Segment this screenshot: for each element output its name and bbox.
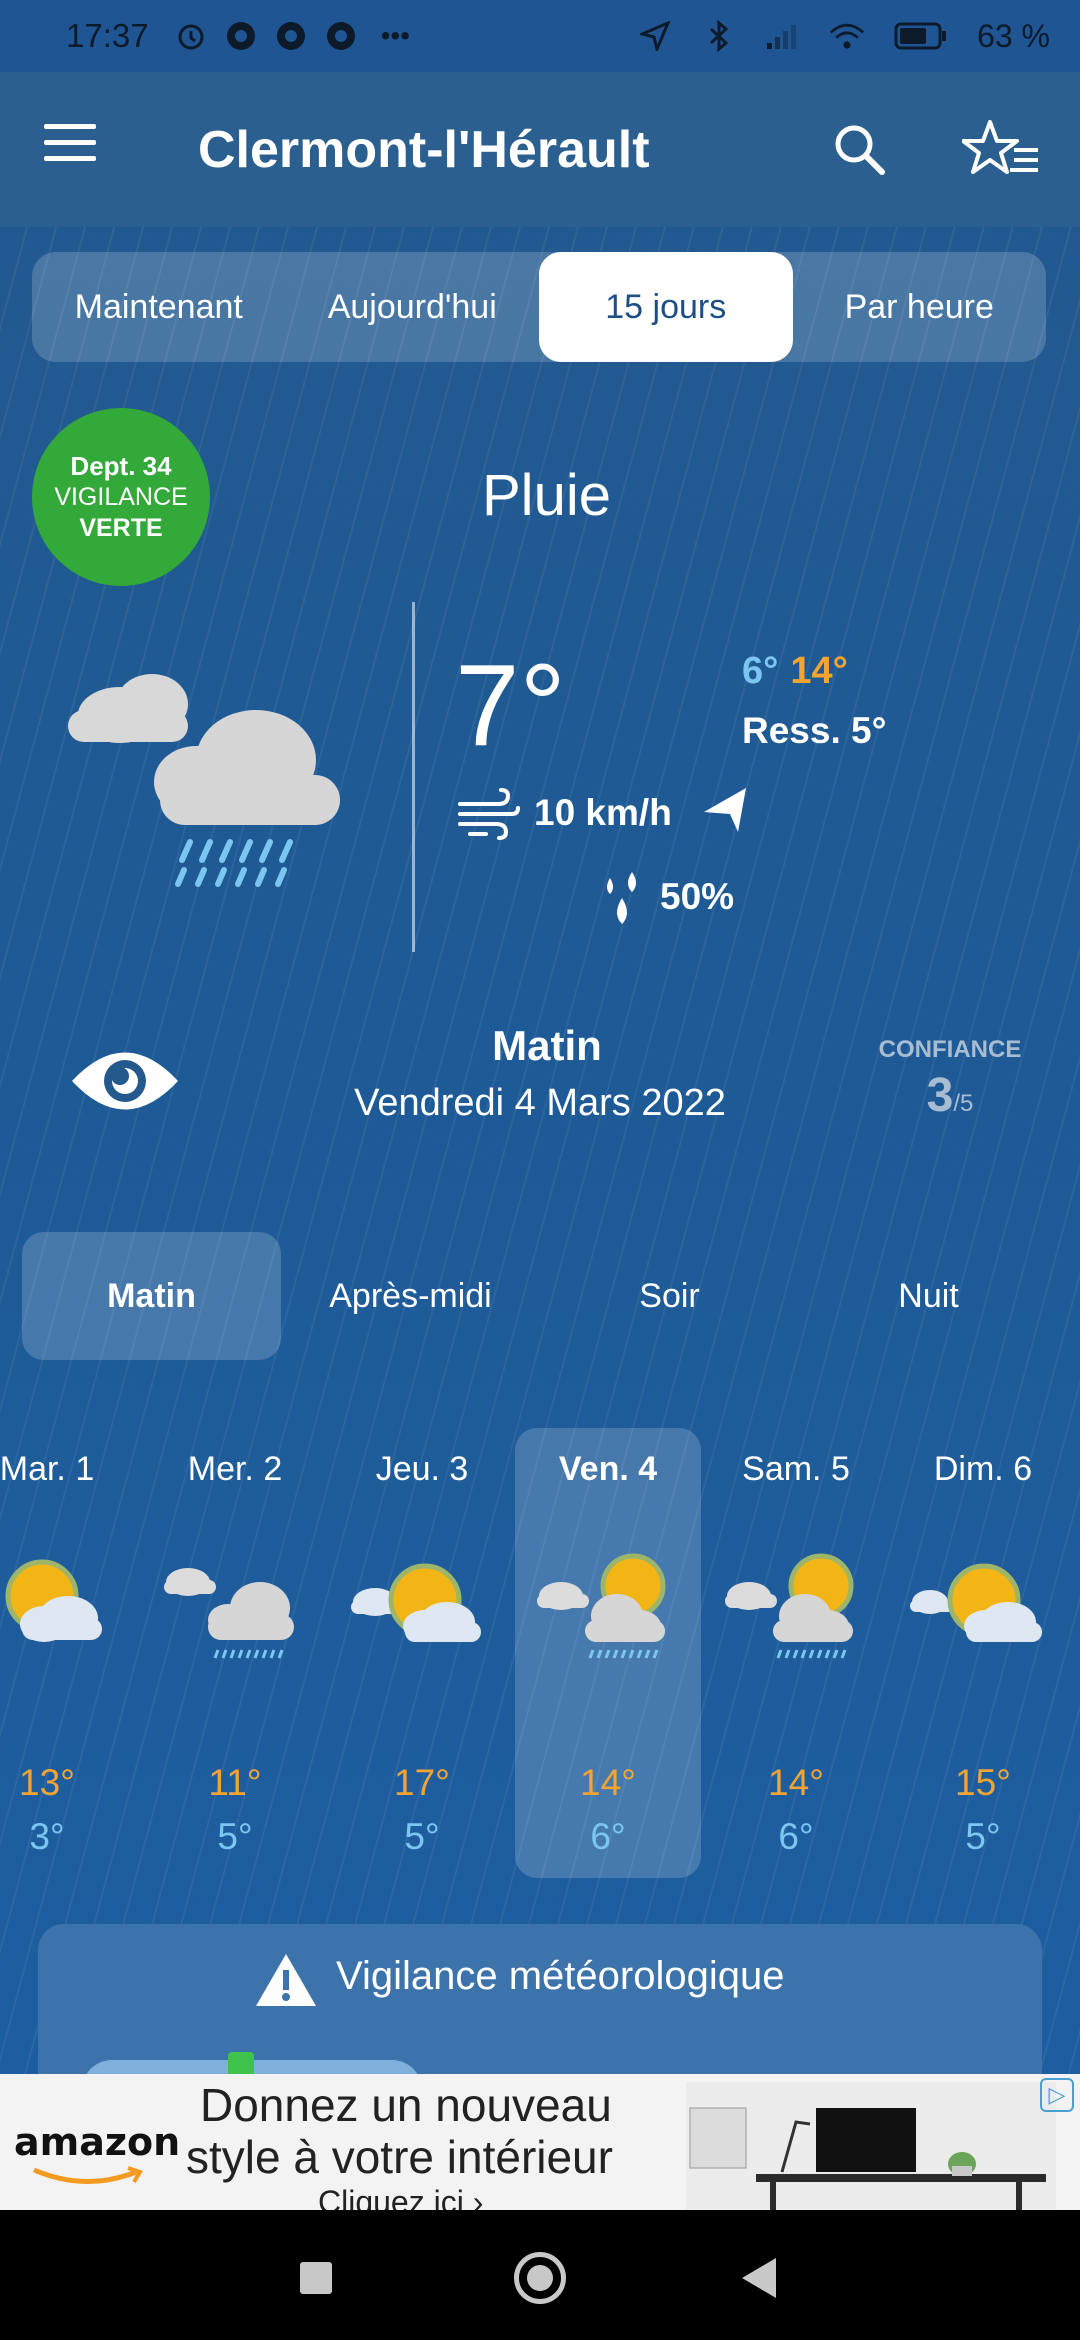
- status-time: 17:37: [66, 17, 149, 54]
- ad-brand: amazon: [14, 2120, 181, 2164]
- tab-maintenant[interactable]: Maintenant: [32, 252, 286, 362]
- tab-aujourdhui[interactable]: Aujourd'hui: [286, 252, 540, 362]
- ad-headline-2: style à votre intérieur: [186, 2131, 613, 2183]
- search-icon[interactable]: [830, 120, 894, 184]
- wind-direction-icon: [700, 784, 752, 836]
- precipitation-probability: 50%: [660, 876, 735, 917]
- wind-icon: [456, 788, 520, 840]
- chrome-icon: [223, 18, 259, 54]
- day-max-temperature: 14°: [768, 1762, 824, 1803]
- day-min-temperature: 6°: [778, 1816, 814, 1857]
- day-name: Sam. 5: [742, 1450, 850, 1488]
- recent-apps-button[interactable]: [300, 2262, 332, 2294]
- current-temperature: 7°: [455, 640, 566, 770]
- battery-percent: 63 %: [977, 17, 1050, 54]
- vigilance-badge-level: VERTE: [79, 514, 163, 543]
- day-max-temperature: 13°: [19, 1762, 75, 1803]
- vigilance-badge[interactable]: Dept. 34 VIGILANCE VERTE: [32, 408, 210, 586]
- daily-forecast-list: Mar. 1 13° 3° Mer. 2 11° 5° Jeu. 3 17° 5…: [0, 1428, 1080, 1878]
- ad-cta[interactable]: Cliquez ici ›: [318, 2184, 483, 2210]
- confidence-score: 3: [926, 1069, 954, 1122]
- amazon-smile-logo: [30, 2166, 150, 2188]
- vigilance-card-title: Vigilance météorologique: [336, 1954, 785, 1998]
- system-navigation-bar: [0, 2210, 1080, 2340]
- ad-headline-1: Donnez un nouveau: [200, 2079, 612, 2131]
- day-min-temperature: 5°: [217, 1816, 253, 1857]
- tab-matin[interactable]: Matin: [22, 1232, 281, 1360]
- day-min-temperature: 5°: [965, 1816, 1001, 1857]
- day-item[interactable]: Dim. 6 15° 5°: [890, 1428, 1076, 1878]
- tab-apres-midi[interactable]: Après-midi: [281, 1232, 540, 1360]
- confidence-label: CONFIANCE: [878, 1036, 1022, 1063]
- day-max-temperature: 14°: [580, 1762, 636, 1803]
- day-item[interactable]: Jeu. 3 17° 5°: [329, 1428, 515, 1878]
- raindrops-icon: [596, 870, 648, 928]
- battery-icon: [893, 18, 949, 54]
- tab-15-jours[interactable]: 15 jours: [539, 252, 793, 362]
- sun-cloud-icon: [908, 1546, 1058, 1666]
- sun-cloud-drizzle-icon: [721, 1546, 871, 1666]
- day-name: Dim. 6: [933, 1450, 1033, 1488]
- tab-soir[interactable]: Soir: [540, 1232, 799, 1360]
- confidence-value: 3/5: [870, 1068, 1030, 1123]
- ad-image: [686, 2082, 1056, 2210]
- ad-choices-icon[interactable]: ▷: [1040, 2078, 1074, 2112]
- page-title: Clermont-l'Hérault: [198, 121, 650, 179]
- menu-icon[interactable]: [44, 124, 104, 176]
- day-name: Ven. 4: [558, 1450, 658, 1488]
- bluetooth-icon: [701, 18, 737, 54]
- wind-speed: 10 km/h: [534, 792, 672, 833]
- divider: [412, 602, 415, 952]
- day-name: Mer. 2: [187, 1450, 283, 1488]
- vigilance-badge-label: VIGILANCE: [54, 483, 188, 511]
- day-item-selected[interactable]: Ven. 4 14° 6°: [515, 1428, 701, 1878]
- app-bar: Clermont-l'Hérault: [0, 72, 1080, 227]
- day-min-temperature: 5°: [404, 1816, 440, 1857]
- rain-cloud-icon: [60, 660, 360, 910]
- max-temperature: 14°: [790, 650, 848, 692]
- tab-par-heure[interactable]: Par heure: [793, 252, 1047, 362]
- sun-cloud-drizzle-icon: [533, 1546, 683, 1666]
- forecast-tabs: Maintenant Aujourd'hui 15 jours Par heur…: [32, 252, 1046, 362]
- period-tabs: Matin Après-midi Soir Nuit: [22, 1232, 1058, 1360]
- day-item[interactable]: Mar. 1 13° 3°: [0, 1428, 140, 1878]
- vigilance-badge-dept: Dept. 34: [70, 450, 172, 481]
- confidence-max: /5: [953, 1090, 974, 1117]
- tab-nuit[interactable]: Nuit: [799, 1232, 1058, 1360]
- day-max-temperature: 17°: [394, 1762, 450, 1803]
- day-item[interactable]: Mer. 2 11° 5°: [142, 1428, 328, 1878]
- back-button[interactable]: [742, 2258, 776, 2298]
- day-min-temperature: 6°: [590, 1816, 626, 1857]
- day-min-temperature: 3°: [29, 1816, 65, 1857]
- day-name: Mar. 1: [0, 1450, 95, 1488]
- status-bar: 17:37 ••• 63 %: [0, 0, 1080, 72]
- sun-cloud-icon: [347, 1546, 497, 1666]
- day-name: Jeu. 3: [375, 1450, 469, 1488]
- feels-like-temperature: Ress. 5°: [742, 710, 887, 751]
- alarm-icon: [173, 18, 209, 54]
- favorites-list-icon[interactable]: [961, 116, 1042, 186]
- min-temperature: 6°: [742, 650, 779, 692]
- chrome-icon: [323, 18, 359, 54]
- location-icon: [637, 18, 673, 54]
- day-item[interactable]: Sam. 5 14° 6°: [703, 1428, 889, 1878]
- min-max-temperature: 6° 14°: [742, 650, 848, 693]
- chrome-icon: [273, 18, 309, 54]
- cloud-drizzle-icon: [160, 1546, 310, 1666]
- ad-banner[interactable]: amazon Donnez un nouveau style à votre i…: [0, 2074, 1080, 2210]
- wifi-icon: [829, 18, 865, 54]
- signal-icon: [765, 18, 801, 54]
- more-notifications-icon: •••: [380, 20, 411, 51]
- day-max-temperature: 11°: [208, 1762, 262, 1803]
- sun-cloud-icon: [0, 1546, 122, 1666]
- warning-icon: [254, 1952, 318, 2008]
- home-button[interactable]: [514, 2252, 566, 2304]
- day-max-temperature: 15°: [955, 1762, 1011, 1803]
